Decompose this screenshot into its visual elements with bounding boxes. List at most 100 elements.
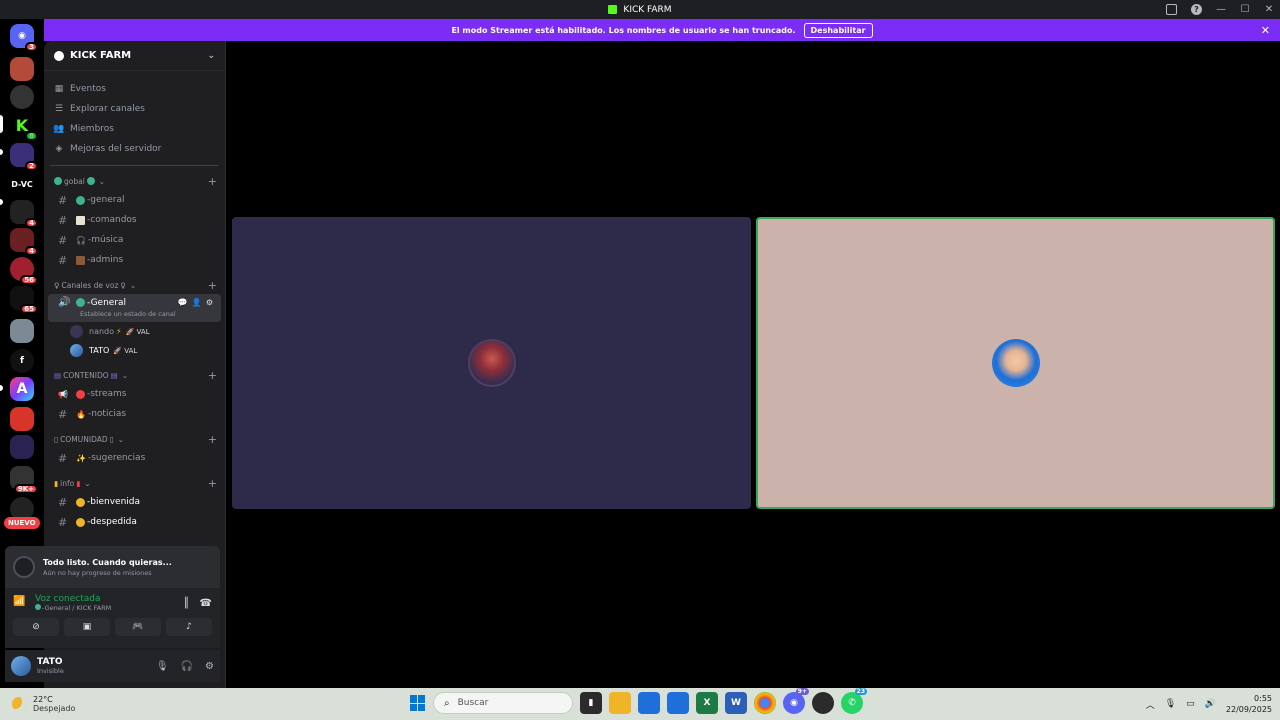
add-channel-icon[interactable]: + <box>208 279 217 292</box>
server-icon[interactable] <box>10 435 34 459</box>
excel-icon[interactable]: X <box>696 692 718 714</box>
whatsapp-icon[interactable]: ✆ 23 <box>841 688 867 714</box>
server-f[interactable]: f <box>10 349 34 373</box>
server-icon[interactable] <box>10 57 34 81</box>
chat-icon[interactable]: 💬 <box>178 298 188 307</box>
add-channel-icon[interactable]: + <box>208 369 217 382</box>
channel-bienvenida[interactable]: # -bienvenida <box>48 492 221 512</box>
category-gobal[interactable]: gobal ⌄ + <box>44 172 225 190</box>
weather-widget[interactable]: 22°C Despejado <box>0 695 140 713</box>
help-icon[interactable]: ? <box>1191 4 1202 15</box>
voice-status[interactable]: Voz conectada <box>35 594 111 604</box>
user-name[interactable]: TATO <box>37 657 64 667</box>
quest-panel[interactable]: Todo listo. Cuando quieras... Aún no hay… <box>5 546 220 588</box>
banner-close-icon[interactable]: ✕ <box>1261 24 1270 37</box>
disable-streamer-button[interactable]: Deshabilitar <box>803 22 873 38</box>
category-label: gobal <box>64 176 85 186</box>
chevron-down-icon: ⌄ <box>117 434 125 444</box>
server-icon[interactable]: 4 <box>10 228 38 256</box>
nav-server-boosts[interactable]: ◈ Mejoras del servidor <box>44 139 225 159</box>
channel-label: -streams <box>87 389 127 399</box>
server-icon[interactable]: 65 <box>10 286 38 314</box>
user-tag-label: VAL <box>136 327 150 336</box>
channel-admins[interactable]: # -admins <box>48 250 221 270</box>
volume-icon[interactable]: 🔊 <box>1205 699 1216 709</box>
activities-button[interactable]: 🎮 <box>115 618 161 636</box>
app-icon[interactable] <box>812 692 834 714</box>
network-icon[interactable]: ▭ <box>1186 699 1195 709</box>
server-icon[interactable] <box>10 407 34 431</box>
category-info[interactable]: ▮ info ▮ ⌄ + <box>44 474 225 492</box>
chrome-icon[interactable] <box>754 692 776 714</box>
file-explorer-icon[interactable] <box>609 692 631 714</box>
channel-noticias[interactable]: # 🔥 -noticias <box>48 404 221 424</box>
category-emoji-icon: ▤ <box>54 370 62 380</box>
microphone-tray-icon[interactable]: 🎙 <box>1165 699 1176 709</box>
channel-status[interactable]: Establece un estado de canal <box>80 310 176 318</box>
soundboard-button[interactable]: ♪ <box>166 618 212 636</box>
voice-user[interactable]: TATO 🚀 VAL <box>44 341 225 360</box>
chevron-down-icon: ⌄ <box>98 176 106 186</box>
nav-browse-channels[interactable]: ☰ Explorar canales <box>44 99 225 119</box>
disconnect-icon[interactable]: ☎ <box>200 598 212 609</box>
signal-icon[interactable]: 📶 <box>13 596 27 610</box>
clock[interactable]: 0:55 22/09/2025 <box>1226 693 1272 715</box>
server-icon[interactable]: 56 <box>10 257 38 285</box>
category-voz[interactable]: ♀ Canales de voz ♀ ⌄ + <box>44 276 225 294</box>
server-icon[interactable] <box>10 85 34 109</box>
browse-icon: ☰ <box>54 104 64 114</box>
participant-tile[interactable] <box>232 217 751 509</box>
channel-despedida[interactable]: # -despedida <box>48 512 221 532</box>
voice-channel-general[interactable]: 🔊 -General 💬 👤 ⚙ Establece un estado de … <box>48 294 221 322</box>
server-name: KICK FARM <box>70 50 132 61</box>
taskbar-search[interactable]: ⌕ Buscar <box>433 692 573 714</box>
discord-taskbar-icon[interactable]: ◉ 9+ <box>783 688 809 714</box>
word-icon[interactable]: W <box>725 692 747 714</box>
inbox-icon[interactable] <box>1166 4 1177 15</box>
task-view-icon[interactable]: ▮ <box>580 692 602 714</box>
server-icon[interactable]: 9K+ <box>10 466 38 494</box>
add-channel-icon[interactable]: + <box>208 433 217 446</box>
discord-home-icon[interactable]: ◉ 3 <box>10 24 38 52</box>
windows-start-icon[interactable] <box>410 695 426 711</box>
nav-events[interactable]: ▦ Eventos <box>44 79 225 99</box>
nav-members[interactable]: 👥 Miembros <box>44 119 225 139</box>
user-avatar[interactable] <box>11 656 31 676</box>
headphones-icon[interactable]: 🎧 <box>181 661 193 672</box>
voice-user[interactable]: nando ⚡ 🚀 VAL <box>44 322 225 341</box>
server-header[interactable]: KICK FARM ⌄ <box>44 41 225 71</box>
channel-general[interactable]: # -general <box>48 190 221 210</box>
channel-streams[interactable]: 📢 -streams <box>48 384 221 404</box>
voice-emoji-icon: ♀ <box>120 280 126 290</box>
close-window-button[interactable]: ✕ <box>1264 4 1274 15</box>
settings-gear-icon[interactable]: ⚙ <box>205 661 214 672</box>
channel-musica[interactable]: # 🎧 -música <box>48 230 221 250</box>
store-icon[interactable] <box>638 692 660 714</box>
server-dvc[interactable]: D-VC <box>10 172 34 196</box>
camera-off-button[interactable]: ⊘ <box>13 618 59 636</box>
screen-share-button[interactable]: ▣ <box>64 618 110 636</box>
settings-gear-icon[interactable]: ⚙ <box>206 298 213 307</box>
category-emoji-icon: ▯ <box>54 434 59 444</box>
add-channel-icon[interactable]: + <box>208 477 217 490</box>
server-icon[interactable]: 4 <box>10 200 38 228</box>
channel-comandos[interactable]: # -comandos <box>48 210 221 230</box>
server-icon[interactable]: A <box>10 377 34 401</box>
server-icon[interactable] <box>10 319 34 343</box>
voice-location[interactable]: -General / KICK FARM <box>35 604 111 612</box>
add-channel-icon[interactable]: + <box>208 175 217 188</box>
windows-taskbar: 22°C Despejado ⌕ Buscar ▮ X W ◉ 9+ ✆ 23 ︿ … <box>0 688 1280 720</box>
category-contenido[interactable]: ▤ CONTENIDO ▤ ⌄ + <box>44 366 225 384</box>
app-icon[interactable] <box>667 692 689 714</box>
minimize-button[interactable]: — <box>1216 4 1226 15</box>
microphone-icon[interactable]: 🎙 <box>156 661 169 672</box>
invite-icon[interactable]: 👤 <box>192 298 202 307</box>
category-comunidad[interactable]: ▯ COMUNIDAD ▯ ⌄ + <box>44 430 225 448</box>
chevron-up-icon[interactable]: ︿ <box>1146 698 1155 711</box>
channel-sugerencias[interactable]: # ✨ -sugerencias <box>48 448 221 468</box>
noise-suppression-icon[interactable]: ║ <box>184 598 190 609</box>
maximize-button[interactable]: ☐ <box>1240 4 1250 15</box>
kick-farm-server-icon[interactable]: K8 <box>10 113 38 141</box>
server-icon[interactable]: 2 <box>10 143 38 171</box>
participant-tile-speaking[interactable] <box>756 217 1275 509</box>
